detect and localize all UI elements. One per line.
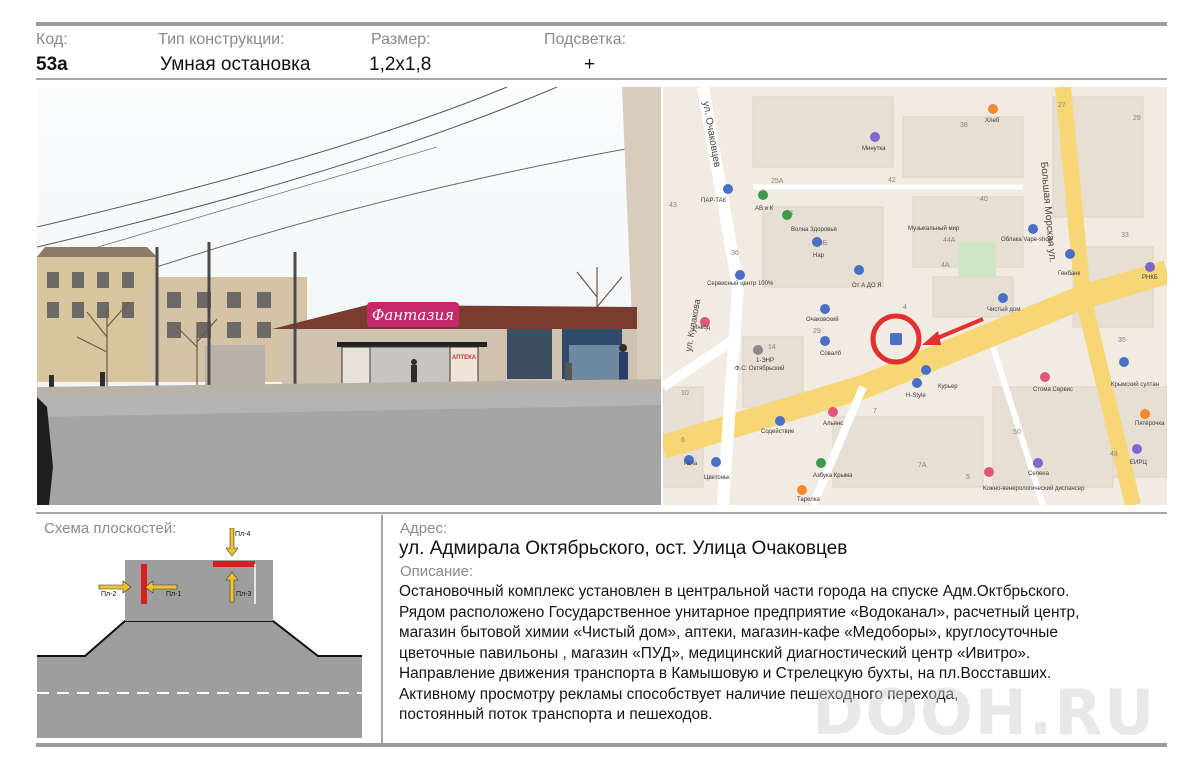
building-number: 42 [888, 177, 896, 184]
bottom-divider [36, 743, 1167, 747]
description-line: Остановочный комплекс установлен в центр… [399, 583, 1070, 600]
map-place-label: Азбука Крыма [813, 473, 853, 479]
pharmacy-sign-text: АПТЕКА [452, 355, 477, 361]
map-place-label: Крымский султан [1111, 381, 1159, 388]
building-number: 38 [960, 122, 968, 129]
watermark: DOOH.RU [812, 676, 1157, 749]
plane-label: Пл-1 [166, 591, 181, 598]
building-number: 40 [980, 196, 988, 203]
bus-stop-icon [890, 333, 902, 345]
map-place-label: АВ и К [755, 206, 774, 212]
description-label: Описание: [400, 563, 474, 580]
map-place-label: Альянс [823, 421, 843, 427]
map-place-label: Кожно-венерологический диспансер [983, 485, 1085, 492]
map-place-label: Селена [1028, 471, 1050, 477]
map-place-label: От А ДО Я [852, 283, 881, 289]
building-number: 4 [903, 304, 907, 311]
plane-label: Пл-2 [101, 591, 116, 598]
header-divider [36, 78, 1167, 80]
building-number: 5 [966, 474, 970, 481]
map-place-label: ЕИРЦ [1130, 460, 1147, 466]
address-value: ул. Адмирала Октябрьского, ост. Улица Оч… [399, 538, 848, 559]
size-label: Размер: [371, 31, 431, 48]
building-number: 50 [1013, 429, 1021, 436]
map-place-label: Инкод [693, 325, 711, 331]
map-place-label: Тарелка [797, 497, 820, 503]
building-number: 7А [918, 462, 927, 469]
map-place-label: H-Style [906, 393, 926, 399]
light-label: Подсветка: [544, 31, 627, 48]
building-number: 36 [731, 250, 739, 257]
bus-stop-photo: Фантазия АПТЕКА [37, 87, 661, 505]
map-place-label: Нар [813, 253, 825, 259]
column-divider [381, 515, 383, 743]
building-number: 44А [943, 237, 956, 244]
map-place-label: РНКБ [1142, 275, 1158, 281]
map-place-label: ПАР-ТАК [701, 198, 727, 204]
building-number: 10 [681, 390, 689, 397]
map-place-label: Пятёрочка [1135, 421, 1165, 427]
building-number: 6 [681, 437, 685, 444]
description-line: Рядом расположено Государственное унитар… [399, 603, 1080, 621]
building-number: 25А [771, 178, 784, 185]
map-place-label: Сервисный центр 100% [707, 280, 774, 287]
description-line: магазин бытовой химии «Чистый дом», апте… [399, 624, 1058, 641]
building-number: 4А [941, 262, 950, 269]
address-label: Адрес: [400, 520, 448, 537]
planes-scheme: Пл-4 Пл-2 Пл-1 Пл-3 [37, 527, 367, 740]
code-label: Код: [36, 31, 68, 48]
map-place-label: Курьер [938, 384, 958, 390]
map-place-label: Содействие [761, 428, 795, 435]
building-number: 14 [768, 344, 776, 351]
building-number: 33 [1121, 232, 1129, 239]
map-place-label: Совалб [820, 351, 842, 357]
map-place-label: Гала [684, 461, 698, 467]
map-place-label: Стома Сервис [1033, 387, 1073, 393]
map-place-label: Музыкальный мир [908, 225, 960, 232]
building-number: 29 [1133, 115, 1141, 122]
map-place-label: 1-ЭНР [756, 358, 774, 364]
light-value: + [584, 54, 596, 75]
map-place-label: Чистый дом [987, 306, 1020, 313]
plane-label: Пл-4 [235, 531, 250, 538]
map-place-label: Очаковский [806, 316, 839, 323]
building-number: 27 [1058, 102, 1066, 109]
map-place-label: Облака Vape-shop [1001, 237, 1053, 243]
section-divider [36, 512, 1167, 514]
building-number: 48 [1110, 451, 1118, 458]
location-map[interactable]: ул. Очаковцев Большая Морская ул. ул. Ку… [663, 87, 1167, 505]
description-line: цветочные павильоны , магазин «ПУД», мед… [399, 644, 1031, 662]
map-place-label: Хлеб [985, 118, 1000, 124]
building-number: 7 [873, 408, 877, 415]
type-value: Умная остановка [160, 54, 311, 75]
map-place-label: Генбанк [1058, 271, 1080, 277]
code-value: 53а [36, 54, 68, 75]
store-sign-text: Фантазия [372, 306, 454, 324]
building-number: 35 [1118, 337, 1126, 344]
map-place-label: Волна Здоровья [791, 227, 837, 233]
top-divider [36, 22, 1167, 26]
building-number: 29 [813, 328, 821, 335]
building-number: 43 [669, 202, 677, 209]
type-label: Тип конструкции: [158, 31, 285, 48]
map-place-label: Минутка [862, 146, 886, 152]
map-place-label: Ф.С. Октябрьский [735, 365, 784, 372]
plane-label: Пл-3 [236, 591, 251, 598]
map-place-label: Цветоньк [704, 475, 730, 481]
size-value: 1,2х1,8 [369, 54, 432, 75]
